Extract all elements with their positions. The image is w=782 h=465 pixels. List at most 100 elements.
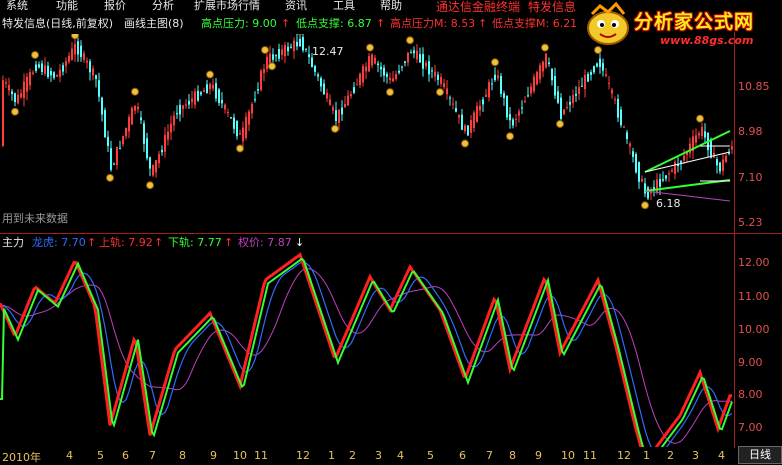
candle-body: [221, 99, 223, 104]
candle-body: [230, 117, 232, 119]
candle-body: [74, 44, 76, 55]
date-label: 7: [486, 449, 493, 462]
candle-body: [635, 154, 637, 173]
price-level-label: 5.23: [738, 216, 763, 229]
candle-body: [11, 91, 13, 95]
candle-body: [359, 73, 361, 86]
candle-body: [440, 77, 442, 84]
candle-body: [251, 103, 253, 114]
daily-period-tab[interactable]: 日线: [738, 446, 782, 464]
candle-body: [527, 95, 529, 97]
date-label: 4: [397, 449, 404, 462]
candle-body: [32, 72, 34, 74]
candle-body: [320, 78, 322, 87]
candle-body: [428, 61, 430, 75]
candle-body: [629, 143, 631, 147]
candle-body: [680, 161, 682, 163]
menu-item-news[interactable]: 资讯: [285, 0, 307, 12]
sub-level-label: 8.00: [738, 388, 763, 401]
candle-body: [560, 97, 562, 119]
candle-body: [377, 63, 379, 66]
candle-body: [437, 74, 439, 81]
candle-body: [623, 126, 625, 128]
candle-body: [65, 61, 67, 67]
date-label: 9: [210, 449, 217, 462]
candle-body: [191, 98, 193, 103]
candle-body: [20, 93, 22, 98]
candle-body: [536, 72, 538, 85]
candle-body: [641, 179, 643, 182]
candle-body: [602, 63, 604, 71]
candlestick-chart[interactable]: [0, 34, 735, 234]
candle-body: [665, 175, 667, 179]
candle-body: [284, 45, 286, 57]
candle-body: [668, 173, 670, 175]
candle-body: [260, 70, 262, 91]
menu-item-analysis[interactable]: 分析: [152, 0, 174, 12]
candle-body: [266, 56, 268, 70]
candle-body: [35, 64, 37, 71]
date-label: 5: [97, 449, 104, 462]
formula-name[interactable]: 画线主图(8): [124, 16, 184, 32]
candle-body: [194, 91, 196, 105]
candle-body: [557, 91, 559, 103]
menu-item-extended-market[interactable]: 扩展市场行情: [194, 0, 260, 12]
lower-band-value: 下轨: 7.77: [168, 236, 222, 249]
ticker-stock: 特发信息: [528, 0, 577, 14]
candle-body: [146, 138, 148, 159]
candle-body: [698, 133, 700, 136]
pivot-marker-icon: [436, 88, 444, 97]
menu-item-tools[interactable]: 工具: [333, 0, 355, 12]
candle-body: [293, 40, 295, 51]
pivot-marker-icon: [556, 119, 564, 128]
date-label: 2: [349, 449, 356, 462]
candle-body: [224, 104, 226, 110]
indicator-chart[interactable]: [0, 252, 735, 447]
candle-body: [119, 147, 121, 149]
indicator-name[interactable]: 主力: [2, 236, 24, 250]
candle-body: [488, 82, 490, 98]
candle-body: [140, 117, 142, 121]
candle-body: [587, 73, 589, 82]
candle-body: [275, 55, 277, 57]
menu-item-system[interactable]: 系统: [6, 0, 28, 12]
candle-body: [26, 76, 28, 92]
candle-body: [47, 65, 49, 78]
candle-body: [539, 65, 541, 80]
pivot-marker-icon: [31, 50, 39, 59]
candle-body: [389, 77, 391, 81]
pivot-marker-icon: [131, 87, 139, 96]
candle-body: [419, 54, 421, 63]
candle-body: [380, 66, 382, 70]
candle-body: [503, 93, 505, 98]
candle-body: [671, 170, 673, 172]
candle-body: [497, 75, 499, 79]
candle-body: [593, 66, 595, 73]
candle-body: [473, 112, 475, 129]
candle-body: [233, 117, 235, 129]
candle-body: [314, 66, 316, 72]
pivot-marker-icon: [594, 46, 602, 55]
candle-body: [137, 106, 139, 110]
candle-body: [329, 99, 331, 105]
menu-item-help[interactable]: 帮助: [380, 0, 402, 12]
candle-body: [200, 92, 202, 95]
upper-band-line: [0, 252, 732, 447]
candle-body: [512, 119, 514, 126]
menu-item-quote[interactable]: 报价: [104, 0, 126, 12]
candle-body: [164, 134, 166, 152]
date-label: 10: [233, 449, 247, 462]
candle-body: [95, 75, 97, 79]
menu-item-function[interactable]: 功能: [56, 0, 78, 12]
sub-level-label: 12.00: [738, 256, 770, 269]
pivot-marker-icon: [461, 139, 469, 148]
pivot-marker-icon: [206, 70, 214, 79]
candle-body: [659, 179, 661, 187]
candle-body: [386, 73, 388, 77]
candle-body: [431, 70, 433, 72]
sub-level-label: 11.00: [738, 290, 770, 303]
candle-body: [245, 116, 247, 138]
price-level-label: 7.10: [738, 171, 763, 184]
candle-body: [209, 83, 211, 89]
pivot-marker-icon: [541, 43, 549, 52]
